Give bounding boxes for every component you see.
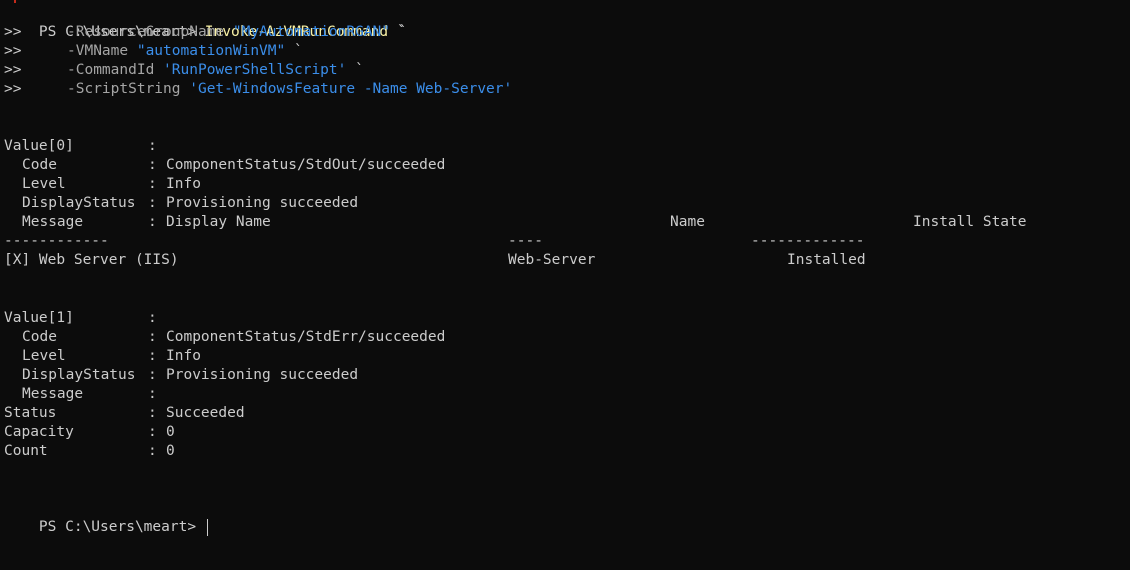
line-continuation: ` xyxy=(346,62,364,78)
summary-status-row: Status : Succeeded xyxy=(4,404,245,423)
param-name: -VMName xyxy=(67,43,129,59)
field-value: ComponentStatus/StdOut/succeeded xyxy=(166,157,446,173)
rule-state: ------------- xyxy=(751,233,865,249)
separator: : xyxy=(148,157,157,173)
value0-label: Value[0] xyxy=(4,138,74,154)
separator: : xyxy=(148,424,157,440)
continuation-prefix: >> xyxy=(4,62,22,78)
param-line-scriptstring: >> -ScriptString 'Get-WindowsFeature -Na… xyxy=(4,80,512,99)
value0-message-row: Message : Display Name Name Install Stat… xyxy=(4,213,1027,232)
scroll-indicator xyxy=(14,0,16,3)
param-name: -ResourceGroupName xyxy=(67,24,225,40)
value1-code-row: Code : ComponentStatus/StdErr/succeeded xyxy=(4,328,445,347)
row-display-name: [X] Web Server (IIS) xyxy=(4,252,179,268)
value0-code-row: Code : ComponentStatus/StdOut/succeeded xyxy=(4,156,445,175)
row-install-state: Installed xyxy=(787,252,866,268)
row-name: Web-Server xyxy=(508,252,596,268)
table-row: [X] Web Server (IIS) Web-Server Installe… xyxy=(4,251,866,270)
field-key: Code xyxy=(22,329,57,345)
prompt: PS C:\Users\meart> xyxy=(38,519,205,535)
param-value: "MyAutomationRGAN" xyxy=(232,24,391,40)
field-value: Provisioning succeeded xyxy=(166,367,359,383)
separator: : xyxy=(148,348,157,364)
value1-label: Value[1] xyxy=(4,310,74,326)
line-continuation: ` xyxy=(390,24,408,40)
separator: : xyxy=(148,405,157,421)
rule-name: ---- xyxy=(508,233,543,249)
input-line[interactable]: PS C:\Users\meart> xyxy=(4,499,208,536)
summary-count-row: Count : 0 xyxy=(4,442,175,461)
field-key: Message xyxy=(22,386,84,402)
value0-level-row: Level : Info xyxy=(4,175,201,194)
param-name: -CommandId xyxy=(67,62,155,78)
value1-message-row: Message : xyxy=(4,385,157,404)
text-cursor xyxy=(206,518,208,536)
command-line: PS C:\Users\meart> Invoke-AzVMRunCommand… xyxy=(4,4,406,40)
field-key: Code xyxy=(22,157,57,173)
table-header-display-name: Display Name xyxy=(166,214,271,230)
separator: : xyxy=(148,329,157,345)
param-line-vmname: >> -VMName "automationWinVM" ` xyxy=(4,42,303,61)
table-header-name: Name xyxy=(670,214,705,230)
separator: : xyxy=(148,195,157,211)
separator: : xyxy=(148,214,157,230)
param-value: "automationWinVM" xyxy=(136,43,286,59)
separator: : xyxy=(148,138,157,154)
field-value: ComponentStatus/StdErr/succeeded xyxy=(166,329,446,345)
param-line-resource-group: >> -ResourceGroupName "MyAutomationRGAN"… xyxy=(4,23,407,42)
terminal-window[interactable]: PS C:\Users\meart> Invoke-AzVMRunCommand… xyxy=(0,0,1130,570)
field-key: Count xyxy=(4,443,48,459)
separator: : xyxy=(148,386,157,402)
param-value: 'Get-WindowsFeature -Name Web-Server' xyxy=(189,81,513,97)
separator: : xyxy=(148,367,157,383)
value0-header: Value[0] : xyxy=(4,137,157,156)
continuation-prefix: >> xyxy=(4,81,22,97)
param-name: -ScriptString xyxy=(67,81,181,97)
field-key: Status xyxy=(4,405,57,421)
separator: : xyxy=(148,310,157,326)
separator: : xyxy=(148,176,157,192)
field-key: DisplayStatus xyxy=(22,367,136,383)
summary-capacity-row: Capacity : 0 xyxy=(4,423,175,442)
value1-displaystatus-row: DisplayStatus : Provisioning succeeded xyxy=(4,366,358,385)
rule-display: ------------ xyxy=(4,233,109,249)
table-rule-row: ------------ ---- ------------- xyxy=(4,232,865,251)
field-value: Info xyxy=(166,348,201,364)
field-key: Message xyxy=(22,214,84,230)
field-value: 0 xyxy=(166,424,175,440)
field-value: Provisioning succeeded xyxy=(166,195,359,211)
continuation-prefix: >> xyxy=(4,24,22,40)
field-key: Level xyxy=(22,176,66,192)
field-value: Info xyxy=(166,176,201,192)
field-key: Level xyxy=(22,348,66,364)
field-value: Succeeded xyxy=(166,405,245,421)
param-value: 'RunPowerShellScript' xyxy=(163,62,347,78)
field-key: DisplayStatus xyxy=(22,195,136,211)
value1-level-row: Level : Info xyxy=(4,347,201,366)
continuation-prefix: >> xyxy=(4,43,22,59)
line-continuation: ` xyxy=(285,43,303,59)
param-line-commandid: >> -CommandId 'RunPowerShellScript' ` xyxy=(4,61,364,80)
value0-displaystatus-row: DisplayStatus : Provisioning succeeded xyxy=(4,194,358,213)
table-header-install-state: Install State xyxy=(913,214,1027,230)
value1-header: Value[1] : xyxy=(4,309,157,328)
separator: : xyxy=(148,443,157,459)
field-key: Capacity xyxy=(4,424,74,440)
field-value: 0 xyxy=(166,443,175,459)
